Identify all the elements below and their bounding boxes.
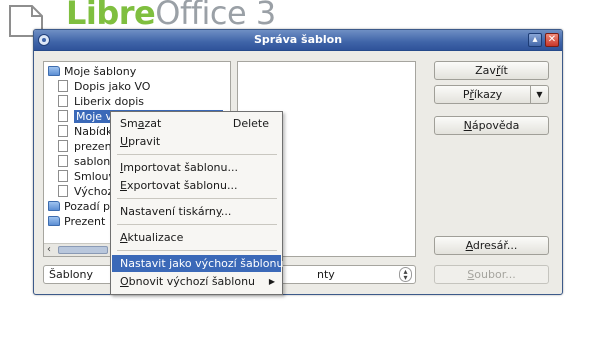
dialog-title: Správa šablon [253, 33, 343, 46]
tree-folder[interactable]: Pozadí p [48, 199, 110, 214]
tree-item[interactable]: Liberix dopis [58, 94, 144, 109]
delete-shortcut: Delete [232, 117, 269, 130]
tree-item[interactable]: prezen [58, 139, 112, 154]
dialog-titlebar[interactable]: Správa šablon ▴ ✕ [34, 30, 562, 51]
libreoffice-logo-text: LibreOffice 3 [66, 0, 276, 32]
menu-item-reset-default-template[interactable]: Obnovit výchozí šablonu ▶ [112, 273, 281, 290]
tree-item[interactable]: Nabídk [58, 124, 112, 139]
folder-icon [48, 216, 60, 226]
tree-item[interactable]: Výchoz [58, 184, 113, 199]
tree-item[interactable]: Dopis jako VO [58, 79, 150, 94]
address-book-button[interactable]: Adresář... [434, 236, 549, 255]
commands-button[interactable]: Příkazy ▼ [434, 85, 549, 104]
folder-icon [48, 201, 60, 211]
document-icon [58, 140, 68, 152]
menu-separator [117, 154, 277, 155]
menu-separator [117, 224, 277, 225]
folder-icon [48, 66, 60, 76]
document-icon [58, 125, 68, 137]
scrollbar-thumb[interactable] [58, 246, 108, 254]
document-icon [58, 185, 68, 197]
menu-separator [117, 250, 277, 251]
menu-item-update[interactable]: Aktualizace [112, 229, 281, 246]
document-icon [58, 80, 68, 92]
commands-label: Příkazy [462, 88, 503, 101]
menu-item-set-default-template[interactable]: Nastavit jako výchozí šablonu [112, 255, 283, 272]
category-combo-value: Šablony [49, 268, 93, 281]
help-button[interactable]: Nápověda [434, 116, 549, 135]
document-icon [58, 155, 68, 167]
tree-folder[interactable]: Prezent [48, 214, 105, 229]
menu-item-edit[interactable]: Upravit [112, 133, 281, 150]
menu-item-delete[interactable]: Smazat Delete [112, 115, 281, 132]
document-icon [58, 95, 68, 107]
menu-separator [117, 198, 277, 199]
file-button[interactable]: Soubor... [434, 265, 549, 284]
menu-item-export-template[interactable]: Exportovat šablonu... [112, 177, 281, 194]
tree-item[interactable]: Smlouv [58, 169, 115, 184]
submenu-arrow-icon: ▶ [268, 277, 275, 286]
tree-folder[interactable]: Moje šablony [48, 64, 136, 79]
scroll-left-icon[interactable]: ‹ [47, 244, 51, 256]
tree-item[interactable]: sablon [58, 154, 110, 169]
template-context-menu: Smazat Delete Upravit Importovat šablonu… [110, 111, 283, 295]
commands-dropdown-icon[interactable]: ▼ [530, 86, 548, 103]
maximize-icon[interactable]: ▴ [528, 33, 542, 47]
menu-item-printer-settings[interactable]: Nastavení tiskárny... [112, 203, 281, 220]
close-icon[interactable]: ✕ [545, 33, 559, 47]
document-icon [58, 110, 68, 122]
document-icon [58, 170, 68, 182]
spin-updown-icon[interactable]: ▴ ▾ [399, 267, 412, 282]
close-button[interactable]: Zavřít [434, 61, 549, 80]
menu-item-import-template[interactable]: Importovat šablonu... [112, 159, 281, 176]
